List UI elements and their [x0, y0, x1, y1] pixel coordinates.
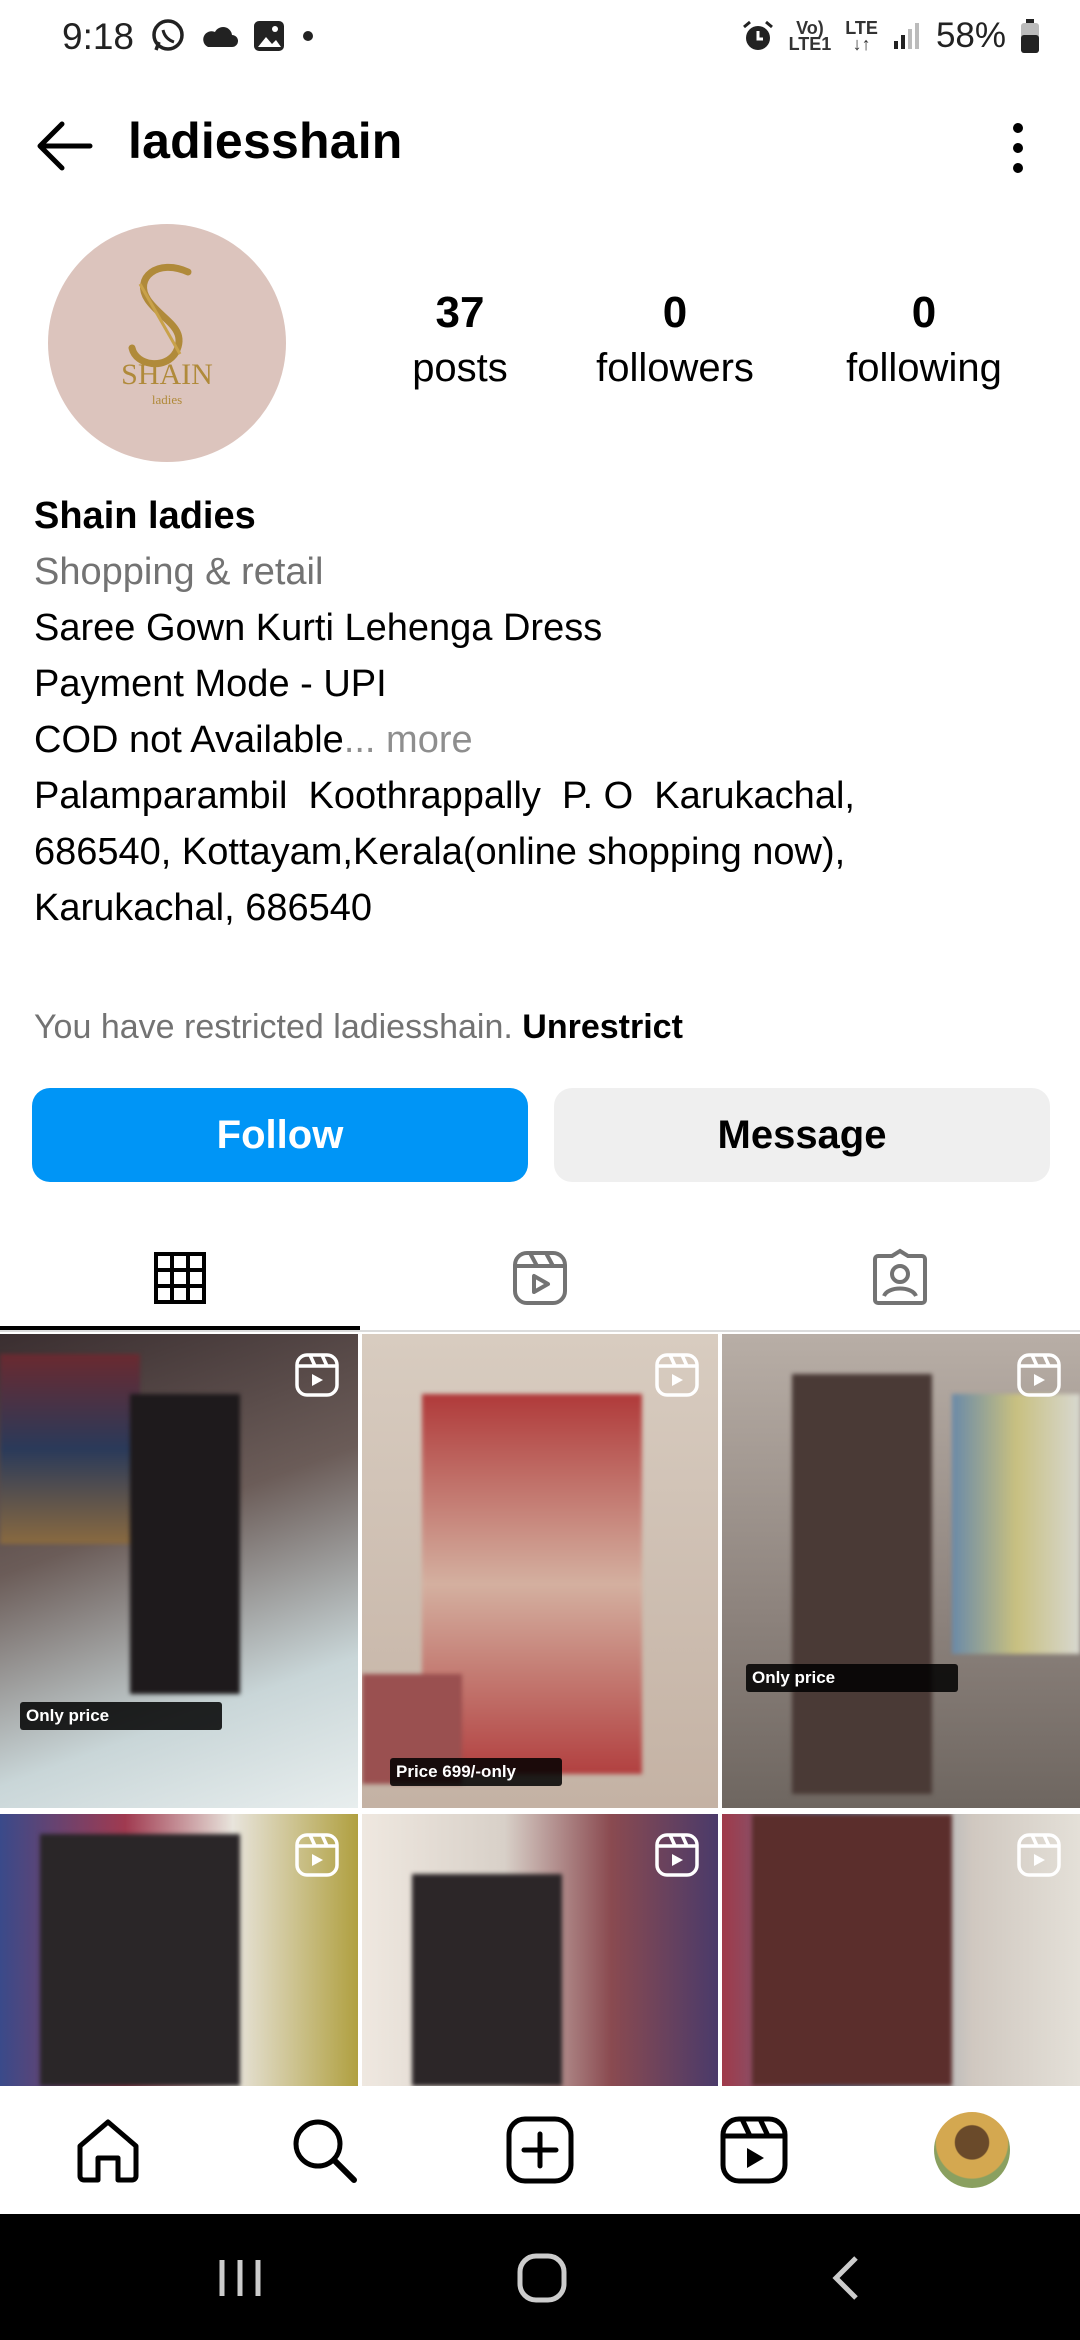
- recent-apps-icon[interactable]: [214, 2254, 266, 2302]
- profile-avatar[interactable]: SHAIN ladies: [48, 224, 286, 462]
- bottom-navigation: [0, 2086, 1080, 2214]
- posts-label: posts: [412, 346, 508, 390]
- shain-logo-icon: SHAIN ladies: [121, 263, 213, 407]
- tagged-icon: [873, 1248, 927, 1305]
- tab-tagged[interactable]: [720, 1226, 1080, 1330]
- unrestrict-link[interactable]: Unrestrict: [522, 1008, 683, 1046]
- posts-number: 37: [435, 288, 485, 337]
- add-post-icon: [506, 2116, 574, 2184]
- followers-label: followers: [596, 346, 754, 390]
- tab-grid[interactable]: [0, 1226, 360, 1330]
- system-navigation-bar: [0, 2214, 1080, 2340]
- followers-count[interactable]: 0 followers: [565, 288, 785, 391]
- status-bar: 9:18 Vo) LTE1 LTE ↓↑ 58%: [0, 0, 1080, 80]
- search-icon: [293, 2119, 357, 2183]
- more-options-icon[interactable]: [1000, 118, 1036, 178]
- reel-indicator-icon: [295, 1353, 339, 1397]
- post-price-label: Only price: [746, 1664, 958, 1692]
- avatar-logo-sub: ladies: [152, 392, 182, 407]
- back-arrow-icon[interactable]: [32, 118, 96, 174]
- profile-category: Shopping & retail: [34, 551, 324, 593]
- reels-icon: [720, 2116, 788, 2184]
- reel-indicator-icon: [1017, 1833, 1061, 1877]
- post-tile[interactable]: [0, 1814, 358, 2086]
- bio-more-link[interactable]: ... more: [344, 719, 473, 761]
- battery-icon: [1021, 19, 1039, 53]
- post-tile[interactable]: Only price: [0, 1334, 358, 1808]
- following-count[interactable]: 0 following: [814, 288, 1034, 391]
- whatsapp-icon: [152, 19, 184, 51]
- post-tile[interactable]: Price 699/-only: [362, 1334, 718, 1808]
- restricted-notice: You have restricted ladiesshain. Unrestr…: [34, 1008, 683, 1047]
- bio-line-with-more: COD not Available... more: [34, 712, 1044, 768]
- nav-search[interactable]: [282, 2108, 366, 2192]
- profile-username: ladiesshain: [128, 113, 403, 169]
- reel-indicator-icon: [295, 1833, 339, 1877]
- reel-indicator-icon: [655, 1353, 699, 1397]
- reels-icon: [513, 1251, 567, 1305]
- alarm-icon: [742, 20, 773, 50]
- posts-count[interactable]: 37 posts: [350, 288, 570, 391]
- reel-indicator-icon: [1017, 1353, 1061, 1397]
- nav-home[interactable]: [66, 2108, 150, 2192]
- message-button[interactable]: Message: [554, 1088, 1050, 1182]
- profile-name: Shain ladies: [34, 495, 256, 537]
- post-price-label: Price 699/-only: [390, 1758, 562, 1786]
- post-price-label: Only price: [20, 1702, 222, 1730]
- followers-number: 0: [662, 288, 688, 337]
- active-tab-indicator: [0, 1326, 360, 1330]
- post-tile[interactable]: Only price: [722, 1334, 1080, 1808]
- lte1-label: LTE1: [788, 34, 832, 54]
- battery-level: 58%: [935, 16, 1006, 55]
- post-tile[interactable]: [722, 1814, 1080, 2086]
- nav-reels[interactable]: [712, 2108, 796, 2192]
- following-label: following: [846, 346, 1002, 390]
- profile-avatar-small: [934, 2112, 1010, 2188]
- status-time: 9:18: [62, 16, 135, 57]
- reel-indicator-icon: [655, 1833, 699, 1877]
- address-line[interactable]: Karukachal, 686540: [34, 880, 1044, 936]
- bio-line: Saree Gown Kurti Lehenga Dress: [34, 607, 603, 649]
- restricted-text: You have restricted ladiesshain.: [34, 1008, 513, 1046]
- nav-create[interactable]: [498, 2108, 582, 2192]
- address-line[interactable]: 686540, Kottayam,Kerala(online shopping …: [34, 824, 1044, 880]
- back-button-icon[interactable]: [826, 2254, 866, 2302]
- home-icon: [77, 2119, 139, 2183]
- following-number: 0: [911, 288, 937, 337]
- post-tile[interactable]: [362, 1814, 718, 2086]
- signal-icon: [893, 23, 919, 49]
- grid-icon: [154, 1252, 206, 1304]
- nav-profile[interactable]: [930, 2108, 1014, 2192]
- bio-line: Payment Mode - UPI: [34, 663, 387, 705]
- avatar-logo-text: SHAIN: [121, 358, 213, 391]
- home-button-icon[interactable]: [516, 2252, 568, 2304]
- profile-bio: Shain ladies Shopping & retail Saree Gow…: [34, 488, 1044, 936]
- follow-button[interactable]: Follow: [32, 1088, 528, 1182]
- dot-icon: [303, 31, 313, 41]
- cloud-icon: [203, 27, 238, 47]
- gallery-icon: [254, 21, 284, 51]
- bio-line: COD not Available: [34, 719, 344, 761]
- tab-reels[interactable]: [360, 1226, 720, 1330]
- address-line[interactable]: Palamparambil Koothrappally P. O Karukac…: [34, 768, 1044, 824]
- profile-tabs: [0, 1226, 1080, 1332]
